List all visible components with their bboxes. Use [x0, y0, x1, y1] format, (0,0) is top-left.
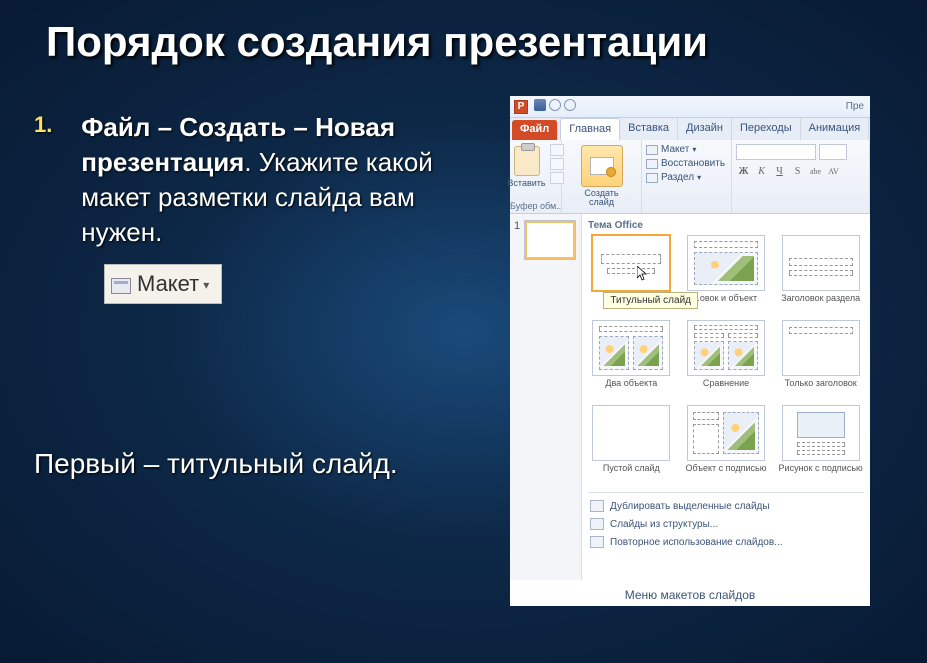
tab-design[interactable]: Дизайн — [678, 118, 732, 140]
menu-label: Повторное использование слайдов... — [610, 537, 783, 548]
menu-label: Слайды из структуры... — [610, 519, 718, 530]
layout-section-header[interactable]: Заголовок раздела — [777, 235, 864, 314]
tab-home[interactable]: Главная — [560, 118, 620, 140]
menu-label: Дублировать выделенные слайды — [610, 501, 770, 512]
layout-blank[interactable]: Пустой слайд — [588, 405, 675, 484]
slide-icon — [590, 157, 614, 175]
menu-duplicate[interactable]: Дублировать выделенные слайды — [588, 497, 864, 515]
outline-icon — [590, 518, 604, 530]
group-label-clipboard: Буфер обм... — [510, 201, 561, 211]
ribbon: Вставить Буфер обм... Создать слайд Маке… — [510, 140, 870, 214]
work-area: 1 Тема Office Титульный слайд — [510, 214, 870, 580]
strike-button[interactable]: S — [790, 164, 805, 179]
paste-label[interactable]: Вставить — [507, 178, 545, 188]
gallery-grid: Титульный слайд Титульн.. ..овок и объек… — [588, 235, 864, 484]
layout-button-example: Макет▾ — [104, 264, 222, 304]
font-size-box[interactable] — [819, 144, 847, 160]
menu-outline[interactable]: Слайды из структуры... — [588, 515, 864, 533]
bold-button[interactable]: Ж — [736, 164, 751, 179]
layout-label: Заголовок раздела — [777, 294, 864, 314]
reuse-icon — [590, 536, 604, 548]
section-icon — [646, 173, 658, 183]
app-icon: P — [514, 100, 528, 114]
powerpoint-screenshot: P Пре Файл Главная Вставка Дизайн Перехо… — [510, 96, 870, 606]
layout-gallery: Тема Office Титульный слайд Титульн.. — [582, 214, 870, 580]
layout-dropdown[interactable]: Макет ▾ — [646, 144, 725, 155]
reset-button[interactable]: Восстановить — [646, 158, 725, 169]
cursor-icon — [637, 266, 649, 282]
layout-label-small: Макет — [661, 144, 689, 155]
group-font: Ж К Ч S abe AV — [732, 140, 870, 213]
duplicate-icon — [590, 500, 604, 512]
chevron-down-icon: ▾ — [697, 173, 701, 182]
layout-comparison[interactable]: Сравнение — [683, 320, 770, 399]
paragraph-summary: Первый – титульный слайд. — [34, 448, 454, 480]
layout-icon-small — [646, 145, 658, 155]
tab-animation[interactable]: Анимация — [801, 118, 870, 140]
layout-label: Сравнение — [683, 379, 770, 399]
window-title-fragment: Пре — [846, 101, 870, 112]
gallery-header: Тема Office — [588, 218, 864, 235]
underline-button[interactable]: Ч — [772, 164, 787, 179]
slide-nav[interactable]: 1 — [510, 214, 582, 580]
gallery-menu: Дублировать выделенные слайды Слайды из … — [588, 492, 864, 551]
chevron-down-icon: ▾ — [203, 277, 209, 293]
group-clipboard: Вставить Буфер обм... — [510, 140, 562, 213]
italic-button[interactable]: К — [754, 164, 769, 179]
undo-icon[interactable] — [549, 99, 561, 111]
page-title: Порядок создания презентации — [46, 18, 907, 66]
font-name-box[interactable] — [736, 144, 816, 160]
menu-reuse[interactable]: Повторное использование слайдов... — [588, 533, 864, 551]
tooltip: Титульный слайд — [603, 292, 698, 309]
tab-insert[interactable]: Вставка — [620, 118, 678, 140]
redo-icon[interactable] — [564, 99, 576, 111]
quick-access[interactable] — [534, 99, 576, 114]
reset-label: Восстановить — [661, 158, 725, 169]
thumb-number: 1 — [514, 220, 520, 232]
tab-file[interactable]: Файл — [512, 120, 558, 140]
group-slides-newslide: Создать слайд — [562, 140, 642, 213]
new-slide-label[interactable]: Создать слайд — [584, 189, 618, 207]
section-label: Раздел — [661, 172, 694, 183]
ribbon-tabs[interactable]: Файл Главная Вставка Дизайн Переходы Ани… — [510, 118, 870, 140]
reset-icon — [646, 159, 658, 169]
layout-icon — [111, 278, 131, 294]
chevron-down-icon: ▾ — [692, 145, 696, 154]
layout-content-caption[interactable]: Объект с подписью — [683, 405, 770, 484]
section-button[interactable]: Раздел ▾ — [646, 172, 725, 183]
save-icon[interactable] — [534, 99, 546, 111]
list-number: 1. — [34, 110, 74, 140]
layout-label: Два объекта — [588, 379, 675, 399]
layout-title-only[interactable]: Только заголовок — [777, 320, 864, 399]
group-slides-options: Макет ▾ Восстановить Раздел ▾ — [642, 140, 732, 213]
layout-label: Макет — [137, 271, 199, 296]
layout-title-slide[interactable]: Титульный слайд Титульн.. — [588, 235, 675, 314]
layout-label: Объект с подписью — [683, 464, 770, 484]
screenshot-caption: Меню макетов слайдов — [510, 588, 870, 602]
layout-two-content[interactable]: Два объекта — [588, 320, 675, 399]
layout-label: Пустой слайд — [588, 464, 675, 484]
new-slide-button[interactable] — [581, 145, 623, 187]
step-list: 1. Файл – Создать – Новая презентация. У… — [34, 110, 484, 304]
layout-picture-caption[interactable]: Рисунок с подписью — [777, 405, 864, 484]
paste-icon[interactable] — [514, 146, 540, 176]
tab-transitions[interactable]: Переходы — [732, 118, 801, 140]
titlebar: P Пре — [510, 96, 870, 118]
layout-label: Только заголовок — [777, 379, 864, 399]
slide-thumbnail[interactable] — [524, 220, 576, 260]
shadow-button[interactable]: abe — [808, 164, 823, 179]
layout-label: Рисунок с подписью — [777, 464, 864, 484]
spacing-button[interactable]: AV — [826, 164, 841, 179]
step-text: Файл – Создать – Новая презентация. Укаж… — [81, 110, 471, 250]
